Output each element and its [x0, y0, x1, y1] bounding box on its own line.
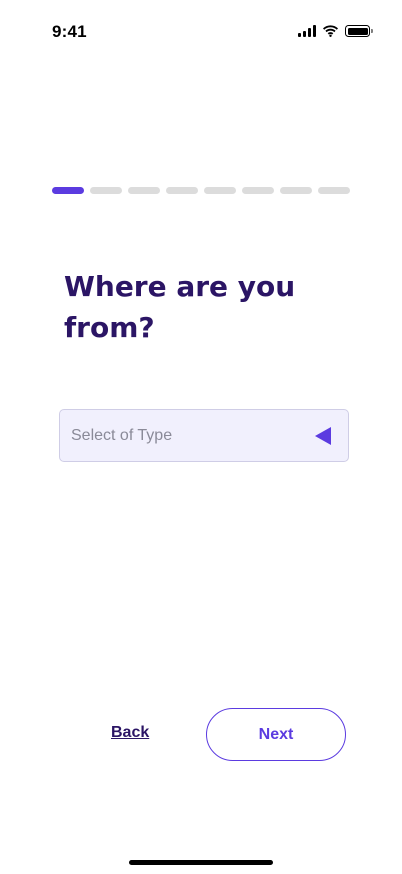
page-title: Where are you from? — [64, 270, 296, 344]
status-bar: 9:41 — [0, 0, 402, 64]
progress-step — [204, 187, 236, 194]
wifi-icon — [323, 25, 338, 37]
status-time: 9:41 — [52, 22, 87, 41]
progress-step — [90, 187, 122, 194]
onboarding-screen: 9:41 Where are you from? Select of Type … — [0, 0, 402, 874]
status-icons — [298, 25, 373, 37]
triangle-left-icon — [315, 427, 331, 445]
back-button[interactable]: Back — [111, 724, 149, 742]
progress-step — [318, 187, 350, 194]
progress-step — [166, 187, 198, 194]
type-select[interactable]: Select of Type — [59, 409, 349, 462]
battery-icon — [345, 25, 373, 37]
step-progress — [52, 187, 350, 194]
progress-step — [128, 187, 160, 194]
cellular-signal-icon — [298, 25, 316, 37]
next-button[interactable]: Next — [206, 708, 346, 761]
home-indicator — [129, 860, 273, 865]
progress-step — [242, 187, 274, 194]
progress-step-active — [52, 187, 84, 194]
select-placeholder: Select of Type — [71, 427, 173, 444]
progress-step — [280, 187, 312, 194]
